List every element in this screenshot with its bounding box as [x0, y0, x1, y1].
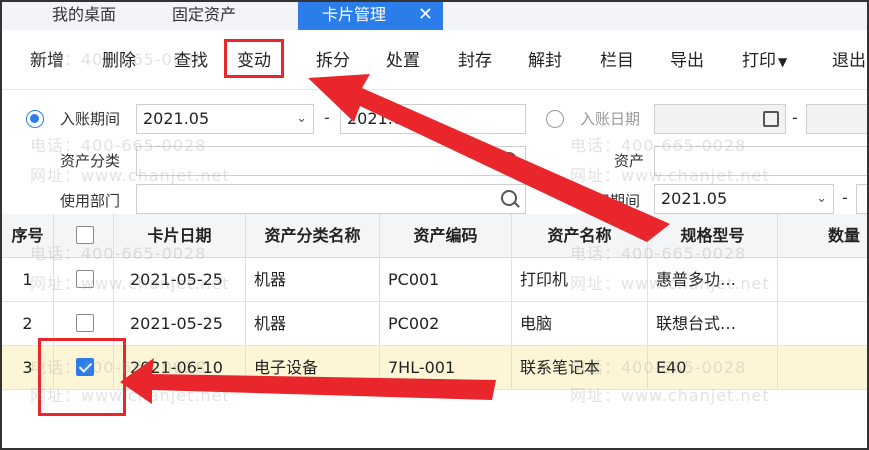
dep-dash: - — [842, 188, 848, 207]
header-date[interactable]: 卡片日期 — [114, 214, 246, 257]
filter-panel: 入账期间 2021.05 ⌄ - 2021.06 入账日期 - 资产分类 资产 … — [2, 92, 867, 214]
period-to-value: 2021.06 — [347, 109, 414, 128]
header-no: 序号 — [2, 214, 54, 257]
row-code: PC002 — [380, 302, 512, 345]
date-to-input[interactable] — [806, 104, 867, 134]
row-name: 联系笔记本 — [512, 346, 648, 389]
chevron-down-icon: ▼ — [778, 55, 788, 69]
row-code: PC001 — [380, 258, 512, 301]
dep-period-from-select[interactable]: 2021.05 ⌄ — [654, 184, 834, 214]
row-name: 电脑 — [512, 302, 648, 345]
period-from-value: 2021.05 — [143, 109, 210, 128]
dep-period-to-select[interactable] — [856, 184, 867, 214]
print-label: 打印 — [742, 51, 776, 71]
exit-button[interactable]: 退出 — [832, 46, 866, 71]
row-name: 打印机 — [512, 258, 648, 301]
dispose-button[interactable]: 处置 — [386, 46, 420, 71]
header-quantity[interactable]: 数量 — [778, 214, 867, 257]
chevron-down-icon: ⌄ — [816, 191, 827, 206]
table-row-selected[interactable]: 3 2021-06-10 电子设备 7HL-001 联系笔记本 E40 — [2, 346, 867, 390]
asset-label: 资产 — [614, 152, 645, 170]
chevron-down-icon: ⌄ — [296, 111, 307, 126]
select-all-checkbox[interactable] — [76, 226, 94, 244]
close-icon[interactable]: ✕ — [418, 2, 433, 28]
category-input[interactable] — [136, 146, 526, 176]
row-code: 7HL-001 — [380, 346, 512, 389]
row-no: 1 — [2, 258, 54, 301]
date-label: 入账日期 — [580, 110, 641, 128]
split-button[interactable]: 拆分 — [316, 46, 350, 71]
add-button[interactable]: 新增 — [30, 46, 64, 71]
export-button[interactable]: 导出 — [670, 46, 704, 71]
row-date: 2021-06-10 — [114, 346, 246, 389]
row-spec: 惠普多功… — [648, 258, 778, 301]
tab-desktop[interactable]: 我的桌面 — [52, 2, 116, 30]
toolbar: 新增 删除 查找 变动 拆分 处置 封存 解封 栏目 导出 打印 ▼ 退出 — [2, 30, 867, 90]
header-spec[interactable]: 规格型号 — [648, 214, 778, 257]
tab-fixed-assets[interactable]: 固定资产 — [172, 2, 236, 30]
change-button[interactable]: 变动 — [224, 39, 284, 78]
row-date: 2021-05-25 — [114, 258, 246, 301]
header-code[interactable]: 资产编码 — [380, 214, 512, 257]
tab-card-management[interactable]: 卡片管理 ✕ — [298, 2, 443, 30]
period-label: 入账期间 — [60, 110, 121, 128]
asset-input[interactable] — [654, 146, 867, 176]
unseal-button[interactable]: 解封 — [528, 46, 562, 71]
row-checkbox[interactable] — [76, 270, 94, 288]
checkbox-highlight-annotation — [38, 338, 126, 416]
row-quantity — [778, 346, 867, 389]
row-checkbox[interactable] — [76, 314, 94, 332]
period-to-select[interactable]: 2021.06 — [340, 104, 526, 134]
date-from-input[interactable] — [654, 104, 786, 134]
table-header: 序号 卡片日期 资产分类名称 资产编码 资产名称 规格型号 数量 — [2, 214, 867, 258]
date-dash: - — [792, 108, 798, 127]
delete-button[interactable]: 删除 — [102, 46, 136, 71]
table-row[interactable]: 1 2021-05-25 机器 PC001 打印机 惠普多功… — [2, 258, 867, 302]
dept-label: 使用部门 — [60, 192, 121, 210]
dep-period-label: 折旧期间 — [580, 192, 641, 210]
find-button[interactable]: 查找 — [174, 46, 208, 71]
row-category: 电子设备 — [246, 346, 380, 389]
row-category: 机器 — [246, 258, 380, 301]
print-button[interactable]: 打印 ▼ — [742, 46, 787, 71]
category-label: 资产分类 — [60, 152, 121, 170]
row-spec: 联想台式… — [648, 302, 778, 345]
search-icon[interactable] — [501, 152, 517, 168]
columns-button[interactable]: 栏目 — [600, 46, 634, 71]
calendar-icon[interactable] — [763, 111, 779, 127]
row-quantity — [778, 258, 867, 301]
row-category: 机器 — [246, 302, 380, 345]
dept-input[interactable] — [136, 184, 526, 214]
period-from-select[interactable]: 2021.05 ⌄ — [136, 104, 314, 134]
window-frame: 我的桌面 固定资产 卡片管理 ✕ 新增 删除 查找 变动 拆分 处置 封存 解封… — [0, 0, 869, 450]
dep-period-from-value: 2021.05 — [661, 189, 728, 208]
row-spec: E40 — [648, 346, 778, 389]
row-select — [54, 258, 114, 301]
range-dash: - — [324, 108, 330, 127]
seal-button[interactable]: 封存 — [458, 46, 492, 71]
header-select — [54, 214, 114, 257]
header-category[interactable]: 资产分类名称 — [246, 214, 380, 257]
period-radio[interactable] — [26, 110, 44, 128]
row-date: 2021-05-25 — [114, 302, 246, 345]
search-icon[interactable] — [501, 190, 517, 206]
header-name[interactable]: 资产名称 — [512, 214, 648, 257]
table-row[interactable]: 2 2021-05-25 机器 PC002 电脑 联想台式… — [2, 302, 867, 346]
tab-bar: 我的桌面 固定资产 卡片管理 ✕ — [2, 2, 867, 30]
tab-card-management-label: 卡片管理 — [322, 5, 387, 24]
date-radio[interactable] — [546, 110, 564, 128]
row-quantity — [778, 302, 867, 345]
